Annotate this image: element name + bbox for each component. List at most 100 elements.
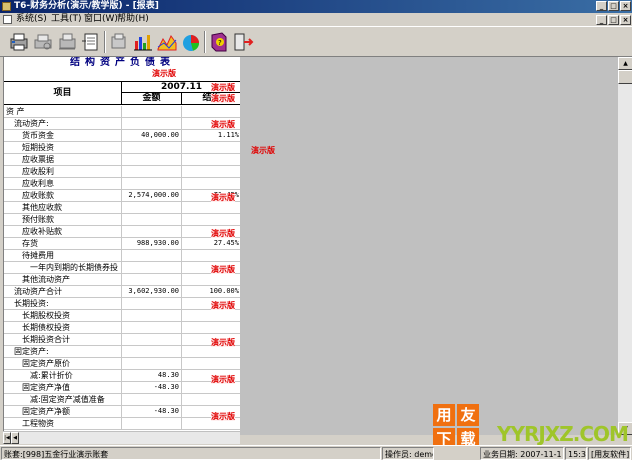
table-row[interactable]: 流动资产: bbox=[4, 118, 240, 130]
table-row[interactable]: 长期债权投资 bbox=[4, 322, 240, 334]
setup-icon[interactable] bbox=[56, 31, 78, 53]
row-amount bbox=[122, 178, 182, 189]
menu-system[interactable]: 系统(S) bbox=[16, 13, 47, 26]
pie-chart-icon[interactable] bbox=[180, 31, 202, 53]
status-operator: 操作员: demo bbox=[382, 447, 434, 460]
bar-chart-icon[interactable] bbox=[132, 31, 154, 53]
row-amount bbox=[122, 226, 182, 237]
row-label: 应收利息 bbox=[4, 178, 122, 189]
table-row[interactable]: 待摊费用 bbox=[4, 250, 240, 262]
row-label: 应收补贴款 bbox=[4, 226, 122, 237]
table-row[interactable]: 应收票据 bbox=[4, 154, 240, 166]
row-amount bbox=[122, 154, 182, 165]
row-amount: 2,574,000.00 bbox=[122, 190, 182, 201]
table-row[interactable]: 固定资产净额 -48.30 bbox=[4, 406, 240, 418]
menu-window[interactable]: 窗口(W) bbox=[84, 13, 118, 26]
row-label: 流动资产合计 bbox=[4, 286, 122, 297]
row-amount bbox=[122, 166, 182, 177]
table-row[interactable]: 固定资产原价 bbox=[4, 358, 240, 370]
copy-icon[interactable] bbox=[108, 31, 130, 53]
toolbar: ? bbox=[0, 26, 632, 57]
line-chart-icon[interactable] bbox=[156, 31, 178, 53]
status-business-date: 业务日期: 2007-11-1 bbox=[480, 447, 564, 460]
table-row[interactable]: 长期投资: bbox=[4, 298, 240, 310]
row-label: 固定资产净额 bbox=[4, 406, 122, 417]
table-row[interactable]: 固定资产: bbox=[4, 346, 240, 358]
table-row[interactable]: 存货 988,930.00 27.45% bbox=[4, 238, 240, 250]
export-icon[interactable] bbox=[80, 31, 102, 53]
table-row[interactable]: 一年内到期的长期债券投 bbox=[4, 262, 240, 274]
row-amount: 3,602,930.00 bbox=[122, 286, 182, 297]
table-row[interactable]: 应收账款2,574,000.0071.45% bbox=[4, 190, 240, 202]
table-row[interactable]: 流动资产合计 3,602,930.00 100.00% bbox=[4, 286, 240, 298]
row-structure-percent bbox=[182, 310, 240, 321]
status-bar: 账套:[998]五金行业演示账套 操作员: demo 业务日期: 2007-11… bbox=[0, 445, 632, 460]
row-label: 长期债权投资 bbox=[4, 322, 122, 333]
doc-minimize-button[interactable]: _ bbox=[596, 15, 607, 25]
row-structure-percent: 1.11% bbox=[217, 131, 239, 139]
row-label: 应收票据 bbox=[4, 154, 122, 165]
table-row[interactable]: 货币资金 40,000.00 1.11% bbox=[4, 130, 240, 142]
scroll-thumb[interactable] bbox=[618, 70, 632, 84]
window-controls: _ □ × bbox=[596, 1, 631, 11]
row-amount bbox=[122, 118, 182, 129]
row-structure-percent bbox=[182, 154, 240, 165]
row-structure-percent: 27.45% bbox=[213, 239, 239, 247]
row-amount: 48.30 bbox=[122, 370, 182, 381]
exit-icon[interactable] bbox=[232, 31, 254, 53]
table-row[interactable]: 应收股利 bbox=[4, 166, 240, 178]
horizontal-scrollbar[interactable]: |◀ ◀ bbox=[3, 431, 240, 444]
table-row[interactable]: 长期投资合计 bbox=[4, 334, 240, 346]
row-amount: -48.30 bbox=[122, 382, 182, 393]
row-amount bbox=[122, 262, 182, 273]
menu-help[interactable]: 帮助(H) bbox=[117, 13, 149, 26]
row-label: 应收股利 bbox=[4, 166, 122, 177]
svg-text:?: ? bbox=[218, 39, 222, 47]
table-row[interactable]: 减:固定资产减值准备 bbox=[4, 394, 240, 406]
logo-tile: 友 bbox=[457, 404, 479, 426]
table-row[interactable]: 其他应收款 bbox=[4, 202, 240, 214]
scroll-first-button[interactable]: |◀ bbox=[3, 432, 11, 444]
table-row[interactable]: 固定资产净值 -48.30 bbox=[4, 382, 240, 394]
doc-close-button[interactable]: × bbox=[620, 15, 631, 25]
table-row[interactable]: 应收利息 bbox=[4, 178, 240, 190]
help-book-icon[interactable]: ? bbox=[208, 31, 230, 53]
row-amount bbox=[122, 310, 182, 321]
maximize-button[interactable]: □ bbox=[608, 1, 619, 11]
table-row[interactable]: 预付账款 bbox=[4, 214, 240, 226]
row-structure-percent bbox=[182, 202, 240, 213]
row-amount: 40,000.00 bbox=[122, 130, 182, 141]
scroll-left-button[interactable]: ◀ bbox=[11, 432, 19, 444]
app-icon bbox=[2, 2, 11, 11]
row-label: 一年内到期的长期债券投 bbox=[4, 262, 122, 273]
status-account: 账套:[998]五金行业演示账套 bbox=[1, 447, 381, 460]
row-amount: 988,930.00 bbox=[122, 238, 182, 249]
table-row[interactable]: 资 产 bbox=[4, 106, 240, 118]
row-amount bbox=[122, 322, 182, 333]
document-icon[interactable] bbox=[3, 15, 12, 24]
table-row[interactable]: 应收补贴款 bbox=[4, 226, 240, 238]
row-label: 短期投资 bbox=[4, 142, 122, 153]
row-label: 减:累计折价 bbox=[4, 370, 122, 381]
row-amount: -48.30 bbox=[122, 406, 182, 417]
table-row[interactable]: 短期投资 bbox=[4, 142, 240, 154]
table-row[interactable]: 长期股权投资 bbox=[4, 310, 240, 322]
scroll-up-button[interactable]: ▲ bbox=[618, 57, 632, 70]
table-row[interactable]: 其他流动资产 bbox=[4, 274, 240, 286]
row-structure-percent bbox=[182, 142, 240, 153]
printer-icon[interactable] bbox=[8, 31, 30, 53]
row-structure-percent bbox=[182, 106, 240, 117]
vertical-scrollbar[interactable]: ▲ ▼ bbox=[617, 57, 632, 435]
menu-tools[interactable]: 工具(T) bbox=[51, 13, 82, 26]
print-preview-icon[interactable] bbox=[32, 31, 54, 53]
doc-restore-button[interactable]: □ bbox=[608, 15, 619, 25]
watermark-text: 演示版 bbox=[211, 375, 235, 384]
report-header: 项目 2007.11 金额 结构 bbox=[4, 81, 240, 105]
row-label: 固定资产净值 bbox=[4, 382, 122, 393]
watermark-text: 演示版 bbox=[211, 120, 235, 129]
close-button[interactable]: × bbox=[620, 1, 631, 11]
row-label: 工程物资 bbox=[4, 418, 122, 429]
table-row[interactable]: 工程物资 bbox=[4, 418, 240, 430]
minimize-button[interactable]: _ bbox=[596, 1, 607, 11]
table-row[interactable]: 减:累计折价 48.30 bbox=[4, 370, 240, 382]
